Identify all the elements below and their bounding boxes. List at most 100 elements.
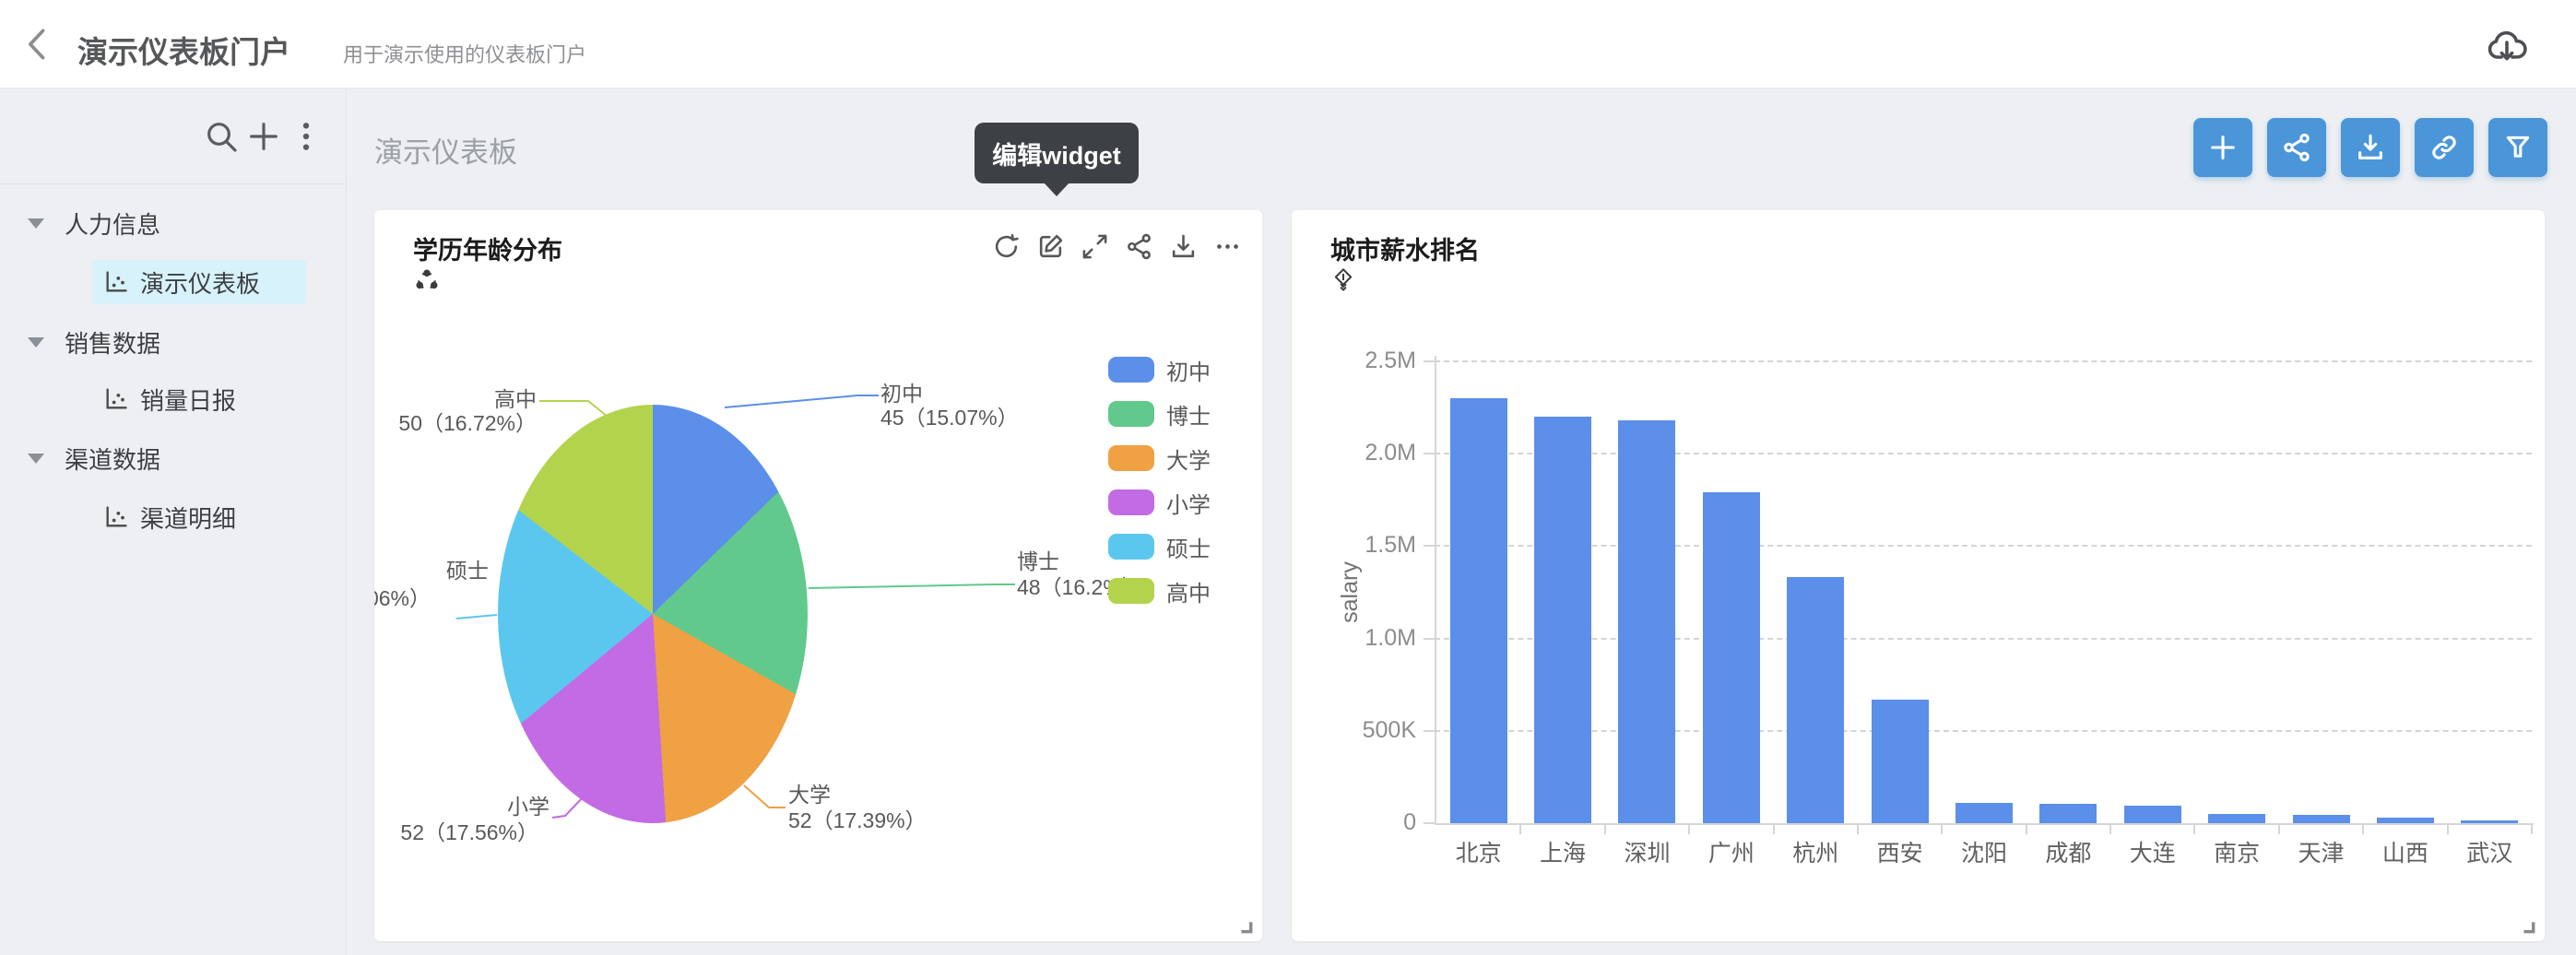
sidebar: 人力信息演示仪表板销售数据销量日报渠道数据渠道明细 — [0, 88, 347, 955]
bar-深圳[interactable] — [1618, 420, 1675, 823]
edit-icon[interactable] — [1036, 232, 1065, 261]
x-tick-mark — [2531, 825, 2533, 834]
legend-item-高中[interactable]: 高中 — [1108, 578, 1211, 604]
pie-label-初中-line1: 初中 — [880, 382, 923, 406]
chart-icon — [103, 386, 129, 412]
gridline — [1435, 730, 2532, 732]
bar-杭州[interactable] — [1787, 577, 1844, 823]
x-tick-label: 西安 — [1854, 835, 1946, 868]
caret-down-icon[interactable] — [28, 337, 44, 348]
x-tick-mark — [2278, 825, 2280, 834]
resize-handle[interactable] — [1238, 919, 1253, 934]
x-tick-mark — [1519, 825, 1521, 834]
caret-down-icon[interactable] — [28, 218, 44, 229]
chevron-left-icon — [18, 24, 59, 65]
y-axis-line — [1435, 356, 1436, 825]
legend-label: 大学 — [1166, 442, 1211, 475]
bar-chart[interactable]: salary 0500K1.0M1.5M2.0M2.5M北京上海深圳广州杭州西安… — [1292, 210, 2545, 941]
legend-label: 小学 — [1166, 487, 1211, 519]
share-icon[interactable] — [1125, 232, 1153, 261]
widget-title: 学历年龄分布 — [413, 230, 562, 266]
linkage-icon[interactable] — [413, 267, 443, 297]
cloud-download-button[interactable] — [2484, 24, 2530, 68]
link-button[interactable] — [2415, 118, 2474, 177]
legend-swatch — [1108, 578, 1154, 604]
bar-南京[interactable] — [2208, 814, 2265, 823]
legend-item-博士[interactable]: 博士 — [1108, 401, 1211, 427]
back-button[interactable] — [18, 24, 59, 65]
download-icon — [2355, 132, 2386, 163]
gridline — [1435, 360, 2532, 362]
search-button[interactable] — [203, 118, 240, 155]
bar-山西[interactable] — [2377, 818, 2434, 823]
refresh-icon[interactable] — [992, 232, 1021, 261]
legend-swatch — [1108, 489, 1154, 515]
bar-西安[interactable] — [1872, 700, 1929, 823]
more-menu-button[interactable] — [288, 118, 325, 155]
tree-group-1[interactable]: 销售数据 — [0, 320, 347, 364]
x-tick-mark — [2362, 825, 2364, 834]
tree-group-2[interactable]: 渠道数据 — [0, 436, 347, 480]
fullscreen-icon[interactable] — [1081, 232, 1109, 261]
portal-subtitle: 用于演示使用的仪表板门户 — [343, 39, 586, 68]
tree-item-1-0[interactable]: 销量日报 — [92, 377, 306, 421]
legend-swatch — [1108, 445, 1154, 471]
x-tick-label: 武汉 — [2443, 835, 2535, 868]
y-tick-mark — [1424, 638, 1435, 640]
pie-label-硕士-line1: 硕士 — [446, 559, 489, 583]
bar-沈阳[interactable] — [1956, 803, 2013, 823]
x-tick-mark — [1941, 825, 1943, 834]
tree-item-2-0[interactable]: 渠道明细 — [92, 495, 306, 539]
tree-item-label: 演示仪表板 — [140, 265, 260, 300]
add-button[interactable] — [245, 118, 282, 155]
y-tick-mark — [1424, 730, 1435, 732]
resize-handle[interactable] — [2521, 919, 2535, 934]
x-axis-line — [1435, 823, 2534, 825]
y-tick-mark — [1424, 545, 1435, 547]
y-tick-label: 2.0M — [1324, 440, 1416, 466]
legend-swatch — [1108, 357, 1154, 383]
x-tick-mark — [2026, 825, 2027, 834]
bar-广州[interactable] — [1703, 492, 1760, 823]
legend-item-小学[interactable]: 小学 — [1108, 489, 1211, 515]
pie-chart[interactable] — [498, 405, 808, 823]
legend-item-大学[interactable]: 大学 — [1108, 445, 1211, 471]
bar-成都[interactable] — [2039, 804, 2097, 823]
legend-item-初中[interactable]: 初中 — [1108, 357, 1211, 383]
portal-title: 演示仪表板门户 — [77, 28, 290, 72]
widget-action-bar — [992, 232, 1242, 261]
x-tick-mark — [1773, 825, 1775, 834]
funnel-icon — [2502, 132, 2534, 163]
share-button[interactable] — [2267, 118, 2326, 177]
bar-天津[interactable] — [2293, 815, 2350, 823]
tree-group-label: 销售数据 — [65, 325, 160, 360]
x-tick-mark — [2447, 825, 2449, 834]
filter-button[interactable] — [2488, 118, 2547, 177]
more-icon[interactable] — [1213, 232, 1242, 261]
x-tick-label: 成都 — [2022, 835, 2114, 868]
caret-down-icon[interactable] — [28, 454, 44, 464]
legend-label: 博士 — [1166, 398, 1211, 430]
tree-item-0-0[interactable]: 演示仪表板 — [92, 260, 306, 304]
pie-leader-大学 — [744, 785, 786, 808]
share-nodes-icon — [2281, 132, 2312, 163]
bar-武汉[interactable] — [2461, 820, 2518, 823]
pie-leader-小学 — [552, 796, 584, 818]
y-tick-label: 1.0M — [1324, 625, 1416, 652]
legend-item-硕士[interactable]: 硕士 — [1108, 534, 1211, 560]
x-tick-label: 南京 — [2191, 835, 2283, 868]
export-button[interactable] — [2341, 118, 2400, 177]
bar-北京[interactable] — [1450, 398, 1507, 823]
app-header: 演示仪表板门户 用于演示使用的仪表板门户 — [0, 0, 2576, 88]
pie-label-小学-line2: 52（17.56%） — [400, 820, 538, 844]
tree-group-label: 渠道数据 — [65, 442, 160, 476]
add-button[interactable] — [2193, 118, 2252, 177]
kebab-menu-icon — [288, 118, 325, 155]
download-icon[interactable] — [1169, 232, 1198, 261]
bar-上海[interactable] — [1534, 417, 1591, 823]
tree-group-0[interactable]: 人力信息 — [0, 201, 347, 245]
legend-label: 高中 — [1166, 575, 1211, 607]
y-tick-label: 1.5M — [1324, 532, 1416, 559]
bar-大连[interactable] — [2124, 806, 2181, 823]
plus-icon — [245, 118, 282, 155]
